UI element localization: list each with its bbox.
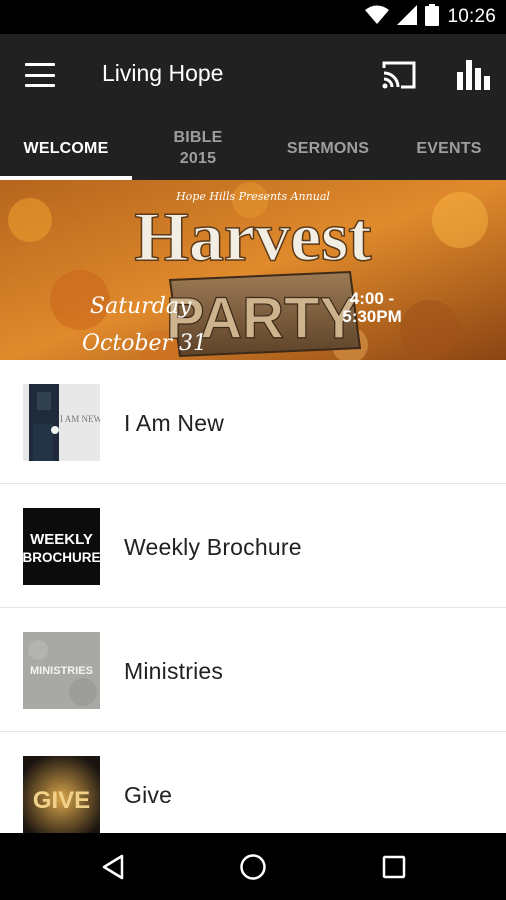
thumb-weekly-text: WEEKLY <box>30 531 93 548</box>
banner-title: Harvest <box>134 199 371 276</box>
status-time: 10:26 <box>447 6 496 27</box>
system-nav-bar <box>0 833 506 900</box>
list-item-label: Give <box>124 782 173 808</box>
thumb-i-am-new-text: I AM NEW <box>60 414 100 424</box>
cast-icon[interactable] <box>381 59 417 91</box>
bar-chart-icon[interactable] <box>455 58 491 92</box>
tab-bible-2015-label: BIBLE 2015 <box>173 129 223 167</box>
thumb-i-am-new: I AM NEW <box>23 384 100 461</box>
tab-welcome[interactable]: WELCOME <box>0 116 132 180</box>
list-item-ministries[interactable]: MINISTRIES Ministries <box>0 608 506 732</box>
app-bar: Living Hope <box>0 34 506 116</box>
banner-date-line-1: Saturday <box>90 294 192 319</box>
thumb-give-text: GIVE <box>33 787 90 814</box>
tab-sermons[interactable]: SERMONS <box>264 116 392 180</box>
thumb-give: GIVE <box>23 756 100 833</box>
thumb-brochure-text: BROCHURE <box>23 550 100 565</box>
tab-bible-2015[interactable]: BIBLE 2015 <box>132 116 264 180</box>
thumb-ministries: MINISTRIES <box>23 632 100 709</box>
app-title: Living Hope <box>102 60 224 86</box>
tab-events[interactable]: EVENTS <box>392 116 506 180</box>
cellular-signal-icon <box>397 4 418 30</box>
list-item-weekly-brochure[interactable]: WEEKLY BROCHURE Weekly Brochure <box>0 484 506 608</box>
thumb-weekly-brochure: WEEKLY BROCHURE <box>23 508 100 585</box>
list-item-i-am-new[interactable]: I AM NEW I Am New <box>0 360 506 484</box>
tab-bar: WELCOME BIBLE 2015 SERMONS EVENTS <box>0 116 506 180</box>
list-item-label: I Am New <box>124 410 225 436</box>
back-icon[interactable] <box>93 847 133 887</box>
status-icons: 10:26 <box>365 0 496 34</box>
banner-time-line-2: 5:30PM <box>342 307 402 326</box>
list-item-label: Weekly Brochure <box>124 534 302 560</box>
battery-icon <box>425 3 440 31</box>
status-bar: 10:26 <box>0 0 506 34</box>
hamburger-menu-icon[interactable] <box>22 61 58 89</box>
harvest-party-banner[interactable]: Hope Hills Presents Annual Harvest PARTY… <box>0 180 506 360</box>
wifi-icon <box>365 5 390 30</box>
recents-icon[interactable] <box>374 847 414 887</box>
banner-date-line-2: October 31 <box>82 331 207 356</box>
welcome-list: I AM NEW I Am New WEEKLY BROCHURE Weekly… <box>0 360 506 856</box>
banner-time-line-1: 4:00 - <box>350 289 394 308</box>
list-item-label: Ministries <box>124 658 224 684</box>
thumb-ministries-text: MINISTRIES <box>30 665 93 677</box>
home-icon[interactable] <box>233 847 273 887</box>
